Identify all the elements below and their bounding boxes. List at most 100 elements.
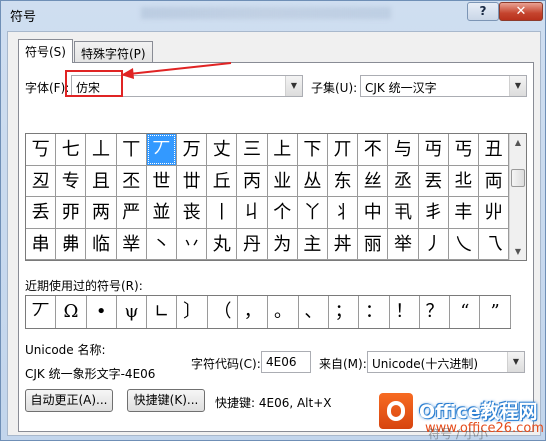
shortcut-key-info: 快捷键: 4E06, Alt+X [215, 396, 332, 410]
scroll-down-icon[interactable]: ▼ [510, 243, 526, 260]
recent-symbol-cell[interactable]: Ω [56, 296, 87, 328]
symbol-cell[interactable]: 丏 [418, 134, 449, 166]
symbol-cell[interactable]: 丹 [237, 228, 268, 260]
symbol-cell[interactable]: 上 [267, 134, 298, 166]
symbol-cell[interactable]: 丑 [479, 134, 510, 166]
shortcut-key-button[interactable]: 快捷键(K)... [127, 389, 205, 412]
symbol-cell[interactable]: 世 [146, 165, 177, 197]
symbol-cell[interactable]: 丅 [116, 134, 147, 166]
symbol-cell[interactable]: 丕 [116, 165, 147, 197]
symbol-cell[interactable]: 丌 [328, 134, 359, 166]
symbol-cell[interactable]: 业 [267, 165, 298, 197]
recent-symbol-cell[interactable]: ； [329, 296, 360, 328]
symbol-dialog: 符号 ? ✕ 符号(S) 特殊字符(P) 字体(F): 仿宋 ▼ 子集(U): … [0, 0, 546, 441]
recent-symbol-cell[interactable]: ψ [117, 296, 148, 328]
recent-symbol-cell[interactable]: ， [238, 296, 269, 328]
recent-symbol-cell[interactable]: ？ [420, 296, 451, 328]
tab-symbols[interactable]: 符号(S) [18, 39, 73, 63]
symbol-cell[interactable]: 両 [479, 165, 510, 197]
char-code-input[interactable]: 4E06 [261, 351, 311, 373]
symbol-cell[interactable]: 丶 [146, 228, 177, 260]
symbol-cell[interactable]: 丘 [207, 165, 238, 197]
recent-symbol-cell[interactable]: ” [481, 296, 511, 328]
recent-symbol-cell[interactable]: （ [208, 296, 239, 328]
symbol-cell[interactable]: 下 [297, 134, 328, 166]
symbol-cell[interactable]: 七 [56, 134, 87, 166]
from-select[interactable]: Unicode(十六进制) ▼ [367, 351, 525, 373]
recent-symbol-cell[interactable]: 。 [268, 296, 299, 328]
symbol-cell[interactable]: 临 [86, 228, 117, 260]
scroll-up-icon[interactable]: ▲ [510, 134, 526, 151]
symbol-cell[interactable]: 丐 [448, 134, 479, 166]
symbol-grid: 乁乀丿举丽丼主为丹丸丷丶丵临丳串 丱丰丯丮中丬丫个丩丨丧並严两丣丢 両丠丟丞丝东丛业… [25, 133, 527, 261]
symbol-cell[interactable]: 丫 [297, 197, 328, 229]
recent-symbol-cell[interactable]: ！ [390, 296, 420, 328]
symbol-cell[interactable]: 举 [388, 228, 419, 260]
recent-symbol-cell[interactable]: ： [359, 296, 390, 328]
symbol-cell[interactable]: 东 [328, 165, 359, 197]
symbol-cell[interactable]: 丨 [207, 197, 238, 229]
close-button[interactable]: ✕ [499, 2, 543, 21]
symbol-cell[interactable]: 丯 [418, 197, 449, 229]
symbol-cell[interactable]: 三 [237, 134, 268, 166]
symbol-cell[interactable]: 丧 [177, 197, 208, 229]
symbol-cell[interactable]: 丙 [237, 165, 268, 197]
symbol-cell[interactable]: 为 [267, 228, 298, 260]
symbol-cell[interactable]: 丸 [207, 228, 238, 260]
symbol-cell[interactable]: 丂 [26, 134, 57, 166]
chevron-down-icon[interactable]: ▼ [509, 76, 526, 96]
symbol-cell[interactable]: 乁 [479, 228, 510, 260]
recent-symbol-cell[interactable]: “ [450, 296, 481, 328]
symbol-cell[interactable]: 丒 [26, 165, 57, 197]
symbol-cell[interactable]: 丼 [328, 228, 359, 260]
help-button[interactable]: ? [467, 2, 499, 21]
symbol-cell[interactable]: 乀 [448, 228, 479, 260]
symbol-cell[interactable]: 丄 [86, 134, 117, 166]
autocorrect-button[interactable]: 自动更正(A)... [25, 389, 113, 412]
recent-symbol-cell[interactable]: ∟ [147, 296, 178, 328]
symbol-cell[interactable]: 丩 [237, 197, 268, 229]
symbol-cell[interactable]: 丝 [358, 165, 389, 197]
symbol-cell[interactable]: 丣 [56, 197, 87, 229]
symbol-cell[interactable]: 丮 [388, 197, 419, 229]
symbol-cell[interactable]: 丱 [479, 197, 510, 229]
recent-symbol-cell[interactable]: • [87, 296, 117, 328]
symbol-cell[interactable]: 丢 [26, 197, 57, 229]
symbol-cell[interactable]: 並 [146, 197, 177, 229]
symbol-cell[interactable]: 且 [86, 165, 117, 197]
recent-symbols-label: 近期使用过的符号(R): [25, 279, 143, 293]
symbol-cell[interactable]: 丬 [328, 197, 359, 229]
symbol-cell[interactable]: 中 [358, 197, 389, 229]
symbol-cell[interactable]: 丳 [56, 228, 87, 260]
symbol-cell[interactable]: 丿 [418, 228, 449, 260]
symbol-cell[interactable]: 主 [297, 228, 328, 260]
symbol-cell[interactable]: 丈 [207, 134, 238, 166]
grid-scrollbar[interactable]: ▲ ▼ [509, 134, 526, 260]
symbol-cell[interactable]: 不 [358, 134, 389, 166]
symbol-cell[interactable]: 丛 [297, 165, 328, 197]
symbol-cell[interactable]: 丷 [177, 228, 208, 260]
symbol-cell[interactable]: 串 [26, 228, 57, 260]
scroll-thumb[interactable] [511, 169, 525, 187]
chevron-down-icon[interactable]: ▼ [507, 352, 524, 372]
symbol-cell[interactable]: 个 [267, 197, 298, 229]
symbol-cell[interactable]: 万 [177, 134, 208, 166]
recent-symbol-cell[interactable]: 、 [299, 296, 329, 328]
symbol-cell[interactable]: 丰 [448, 197, 479, 229]
symbol-cell[interactable]: 丆 [146, 134, 177, 166]
symbol-cell[interactable]: 丞 [388, 165, 419, 197]
recent-symbol-cell[interactable]: 〕 [178, 296, 208, 328]
chevron-down-icon[interactable]: ▼ [285, 76, 302, 96]
subset-select[interactable]: CJK 统一汉字 ▼ [360, 75, 527, 97]
symbol-cell[interactable]: 丽 [358, 228, 389, 260]
symbol-cell[interactable]: 专 [56, 165, 87, 197]
symbol-cell[interactable]: 丟 [418, 165, 449, 197]
symbol-cell[interactable]: 丠 [448, 165, 479, 197]
symbol-cell[interactable]: 与 [388, 134, 419, 166]
symbol-cell[interactable]: 丵 [116, 228, 147, 260]
title-bar: 符号 ? ✕ [1, 1, 545, 29]
recent-symbol-cell[interactable]: 丆 [26, 296, 57, 328]
symbol-cell[interactable]: 两 [86, 197, 117, 229]
symbol-cell[interactable]: 严 [116, 197, 147, 229]
symbol-cell[interactable]: 丗 [177, 165, 208, 197]
